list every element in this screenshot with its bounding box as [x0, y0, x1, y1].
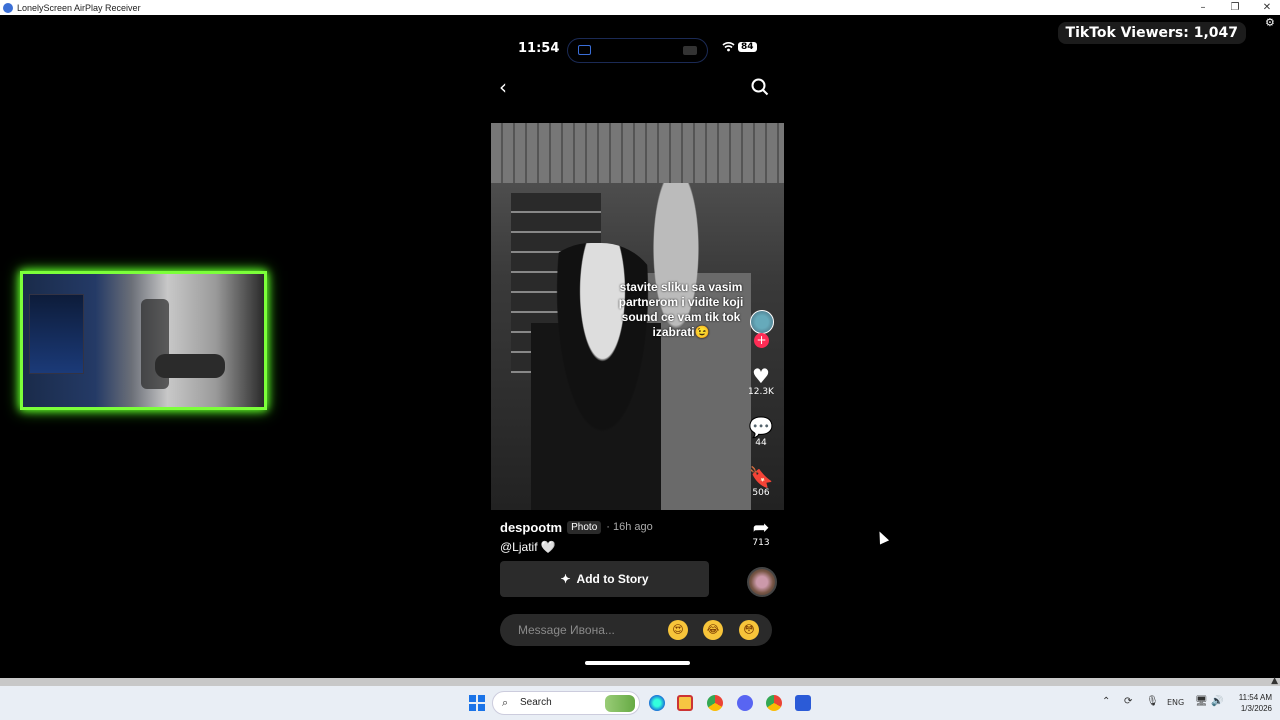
comment-icon: 💬 [748, 415, 774, 439]
taskbar-search[interactable]: ⌕ Search [492, 691, 640, 715]
comment-count: 44 [755, 438, 767, 448]
viewer-count-badge: TikTok Viewers: 1,047 [1057, 22, 1246, 44]
restore-button[interactable]: ❐ [1230, 2, 1240, 13]
lonelyscreen-icon[interactable] [795, 695, 811, 711]
post-age: · 16h ago [606, 521, 653, 533]
webcam-monitor [29, 294, 84, 374]
screen-mirror-icon [578, 45, 591, 55]
chrome-profile-icon[interactable] [766, 695, 782, 711]
search-icon[interactable] [751, 78, 769, 96]
photo-type-badge: Photo [567, 520, 602, 534]
post-username[interactable]: despootm [500, 520, 562, 535]
share-count: 713 [752, 538, 770, 548]
sync-icon[interactable]: ⟳ [1124, 696, 1132, 707]
emoji-heart-eyes[interactable]: 😍 [668, 620, 688, 640]
like-count: 12.3K [748, 387, 774, 397]
webcam-overlay [20, 271, 267, 410]
battery-indicator: 84 [738, 42, 757, 52]
music-disc-icon[interactable] [747, 567, 777, 597]
share-button[interactable]: ➦ 713 [743, 516, 779, 548]
window-titlebar: LonelyScreen AirPlay Receiver – ❐ ✕ [0, 0, 1280, 15]
microphone-icon[interactable]: 🎙 [1146, 696, 1159, 707]
post-caption: stavite sliku sa vasim partnerom i vidit… [618, 280, 744, 339]
sparkle-icon: ✦ [560, 572, 571, 586]
save-count: 506 [752, 488, 770, 498]
message-input[interactable]: Message Ивона... 😍 😂 😳 [500, 614, 772, 646]
appletv-icon [683, 46, 697, 55]
taskbar-search-label: Search [520, 697, 552, 708]
scroll-up-icon[interactable]: ▲ [1271, 676, 1278, 686]
volume-icon[interactable]: 🔊 [1211, 696, 1223, 707]
discord-icon[interactable] [737, 695, 753, 711]
home-indicator[interactable] [585, 661, 690, 665]
horizontal-scrollbar[interactable]: ▲ [0, 676, 1280, 686]
taskbar: ⌕ Search ⌃ ⟳ 🎙 ENG 🖥 🔊 11:54 AM 1/3/2026 [0, 686, 1280, 720]
clock-date: 1/3/2026 [1240, 704, 1272, 713]
save-button[interactable]: 🔖 506 [743, 466, 779, 498]
file-explorer-icon[interactable] [677, 695, 693, 711]
message-placeholder: Message Ивона... [518, 623, 615, 637]
add-to-story-button[interactable]: ✦ Add to Story [500, 561, 709, 597]
creator-avatar[interactable] [750, 310, 774, 334]
language-indicator[interactable]: ENG [1167, 698, 1184, 707]
mouse-cursor [874, 529, 890, 545]
status-time: 11:54 [518, 41, 560, 56]
share-icon: ➦ [752, 515, 770, 539]
clock-time: 11:54 AM [1238, 693, 1272, 702]
follow-plus-icon[interactable]: + [754, 333, 769, 348]
search-icon: ⌕ [502, 696, 509, 709]
photo-ceiling [491, 123, 784, 183]
chevron-up-icon[interactable]: ⌃ [1102, 696, 1110, 707]
back-button[interactable]: ‹ [499, 76, 519, 98]
heart-icon: ♥ [752, 364, 770, 388]
emoji-laughing[interactable]: 😂 [703, 620, 723, 640]
edge-icon[interactable] [649, 695, 665, 711]
post-mention[interactable]: @Ljatif 🤍 [500, 540, 556, 554]
wifi-icon [722, 41, 735, 55]
start-button[interactable] [469, 695, 485, 711]
network-icon[interactable]: 🖥 [1195, 696, 1208, 707]
emoji-flushed[interactable]: 😳 [739, 620, 759, 640]
like-button[interactable]: ♥ 12.3K [743, 365, 779, 397]
bookmark-icon: 🔖 [748, 465, 774, 489]
search-highlight-icon [605, 695, 635, 712]
webcam-arm [155, 354, 225, 378]
post-meta: despootm Photo · 16h ago [500, 519, 653, 535]
dynamic-island [567, 38, 708, 63]
gear-icon[interactable]: ⚙ [1265, 16, 1277, 29]
close-button[interactable]: ✕ [1262, 2, 1272, 13]
chrome-icon[interactable] [707, 695, 723, 711]
app-icon [3, 2, 13, 13]
taskbar-clock[interactable]: 11:54 AM 1/3/2026 [1239, 692, 1272, 714]
phone-status-bar: 11:54 84 [491, 38, 784, 63]
comment-button[interactable]: 💬 44 [743, 416, 779, 448]
window-title: LonelyScreen AirPlay Receiver [17, 2, 141, 13]
minimize-button[interactable]: – [1198, 2, 1208, 13]
add-to-story-label: Add to Story [576, 572, 649, 586]
phone-screen: 11:54 84 ‹ stavite sliku sa vasim partne… [491, 30, 784, 670]
